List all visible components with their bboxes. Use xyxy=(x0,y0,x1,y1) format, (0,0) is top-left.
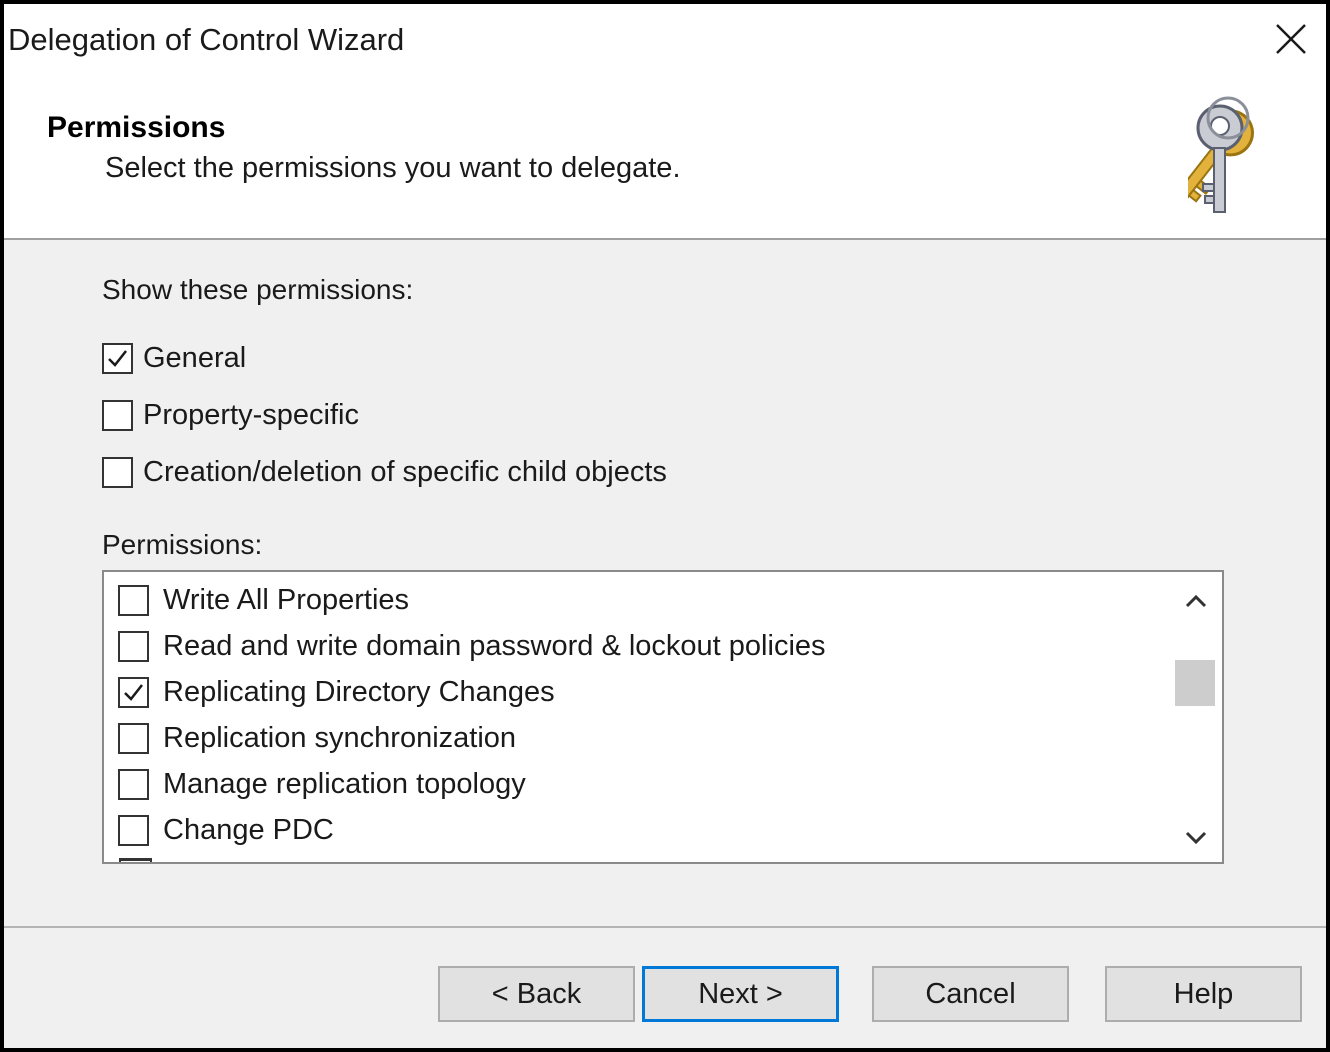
window-title: Delegation of Control Wizard xyxy=(8,22,405,57)
checkbox-box[interactable] xyxy=(102,342,133,374)
property-specific-checkbox[interactable]: Property-specific xyxy=(102,395,359,435)
permission-item-write-all-properties[interactable]: Write All Properties xyxy=(118,580,409,620)
checkbox-box[interactable] xyxy=(118,584,149,616)
permission-item-password-lockout[interactable]: Read and write domain password & lockout… xyxy=(118,626,826,666)
permission-item-label: Change PDC xyxy=(163,813,334,846)
title-bar: Delegation of Control Wizard xyxy=(4,4,1326,76)
permission-item-label: Manage replication topology xyxy=(163,767,526,800)
wizard-window: Delegation of Control Wizard Permissions… xyxy=(4,4,1326,1048)
footer-divider xyxy=(4,926,1326,928)
close-button[interactable] xyxy=(1254,4,1326,76)
page-title: Permissions xyxy=(47,111,226,144)
header-divider xyxy=(4,238,1326,240)
general-checkbox[interactable]: General xyxy=(102,338,246,378)
property-specific-checkbox-label: Property-specific xyxy=(143,398,359,431)
permission-item-manage-replication-topology[interactable]: Manage replication topology xyxy=(118,764,526,804)
permission-item-label: Write All Properties xyxy=(163,583,410,616)
permission-item-label: Replicating Directory Changes xyxy=(163,675,555,708)
back-button[interactable]: < Back xyxy=(438,966,635,1022)
wizard-header: Permissions Select the permissions you w… xyxy=(4,76,1326,238)
general-checkbox-label: General xyxy=(143,341,247,374)
permission-item-label: Read and write domain password & lockout… xyxy=(163,629,826,662)
cancel-button[interactable]: Cancel xyxy=(872,966,1069,1022)
vertical-scrollbar[interactable] xyxy=(1172,572,1222,862)
checkbox-box[interactable] xyxy=(118,722,149,754)
help-button[interactable]: Help xyxy=(1105,966,1302,1022)
next-button[interactable]: Next > xyxy=(642,966,839,1022)
checkbox-box[interactable] xyxy=(118,676,149,708)
permission-item-change-pdc[interactable]: Change PDC xyxy=(118,810,334,850)
scroll-up-icon[interactable] xyxy=(1178,584,1214,620)
close-icon xyxy=(1276,24,1306,54)
partially-visible-checkbox xyxy=(119,858,152,862)
permission-item-replicating-directory-changes[interactable]: Replicating Directory Changes xyxy=(118,672,555,712)
checkbox-box[interactable] xyxy=(102,456,133,488)
permissions-listbox[interactable]: Write All Properties Read and write doma… xyxy=(102,570,1224,864)
checkmark-icon xyxy=(124,683,143,701)
page-subtitle: Select the permissions you want to deleg… xyxy=(105,152,681,184)
permission-item-replication-synchronization[interactable]: Replication synchronization xyxy=(118,718,516,758)
scroll-thumb[interactable] xyxy=(1175,660,1215,706)
permissions-list-label: Permissions: xyxy=(102,529,263,560)
scroll-down-icon[interactable] xyxy=(1178,820,1214,856)
permission-item-label: Replication synchronization xyxy=(163,721,517,754)
checkbox-box[interactable] xyxy=(102,399,133,431)
checkbox-box[interactable] xyxy=(118,768,149,800)
checkbox-box[interactable] xyxy=(118,630,149,662)
checkbox-box[interactable] xyxy=(118,814,149,846)
show-permissions-label: Show these permissions: xyxy=(102,274,414,305)
creation-deletion-checkbox-label: Creation/deletion of specific child obje… xyxy=(143,455,667,488)
checkmark-icon xyxy=(108,349,127,367)
keys-icon xyxy=(1188,96,1254,213)
creation-deletion-checkbox[interactable]: Creation/deletion of specific child obje… xyxy=(102,452,667,492)
